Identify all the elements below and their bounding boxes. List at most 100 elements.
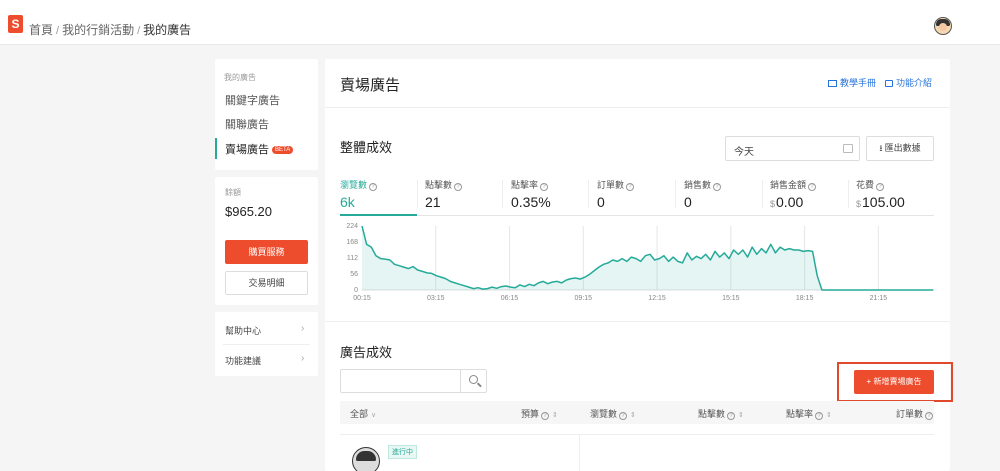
currency-symbol: $ [770,199,776,209]
x-tick-label: 09:15 [575,295,593,302]
breadcrumb-current: 我的廣告 [143,23,192,37]
sort-icon[interactable]: ⇕ [552,412,558,419]
shopee-logo-icon[interactable]: S [8,15,23,33]
feature-intro-link[interactable]: 功能介紹 [896,78,932,88]
help-icon[interactable]: ? [626,183,635,191]
x-tick-label: 03:15 [427,295,445,302]
sidebar-item-keyword-ads[interactable]: 關鍵字廣告 [225,92,280,108]
buy-service-button[interactable]: 購買服務 [225,240,308,264]
sidebar-item-shop-ads[interactable]: 賣場廣告 BETA [225,141,294,157]
help-icon[interactable]: ? [541,412,550,420]
divider [762,180,763,208]
breadcrumb-home[interactable]: 首頁 [29,23,53,37]
sort-icon[interactable]: ⇕ [630,412,636,419]
breadcrumb-separator: / [137,25,141,37]
help-center-link[interactable]: 幫助中心 [225,324,261,337]
divider [848,180,849,208]
column-orders[interactable]: 訂單數? [896,407,934,420]
filter-all-dropdown[interactable]: 全部 ∨ [350,407,376,420]
metric-views[interactable]: 瀏覽數? 6k [340,178,378,216]
metric-ctr[interactable]: 點擊率? 0.35% [511,178,551,216]
user-avatar[interactable] [934,17,952,35]
metric-value: 0 [597,194,605,210]
column-budget[interactable]: 預算? ⇕ [521,407,558,420]
help-icon[interactable]: ? [808,183,817,191]
balance-card: 餘額 $965.20 購買服務 交易明細 [215,177,318,305]
balance-value: $965.20 [225,204,272,219]
breadcrumb-marketing[interactable]: 我的行銷活動 [62,23,134,37]
date-picker[interactable]: 今天 [725,136,860,161]
sidebar-item-related-ads[interactable]: 關聯廣告 [225,116,269,132]
help-icon[interactable]: ? [815,412,824,420]
metric-clicks[interactable]: 點擊數? 21 [425,178,463,216]
export-data-button[interactable]: ⭳ 匯出數據 [866,136,934,161]
column-label: 瀏覽數 [590,409,618,419]
divider [579,435,580,471]
y-tick-label: 56 [350,271,358,278]
y-tick-label: 112 [347,255,358,262]
help-icon[interactable]: ? [925,412,934,420]
search-input[interactable] [340,369,487,393]
tutorial-link[interactable]: 教學手冊 [840,78,876,88]
metric-label: 瀏覽數 [340,180,368,190]
views-chart: 00:15 03:15 06:15 09:15 12:15 15:15 18:15 21:15… [340,223,934,309]
page-title: 賣場廣告 [340,77,401,94]
metric-label: 點擊數 [425,180,453,190]
y-tick-label: 168 [346,239,358,246]
feature-suggestion-link[interactable]: 功能建議 [225,354,261,367]
sort-icon[interactable]: ⇕ [826,412,832,419]
divider [223,344,310,345]
help-icon[interactable]: ? [540,183,549,191]
metric-value: 0.35% [511,194,551,210]
breadcrumb-separator: / [56,25,60,37]
beta-badge: BETA [272,146,294,154]
sort-icon[interactable]: ⇕ [738,412,744,419]
transaction-history-button[interactable]: 交易明細 [225,271,308,295]
main-panel: 賣場廣告 教學手冊 功能介紹 整體成效 今天 ⭳ 匯出數據 瀏覽數? 6k 點擊數?… [325,59,953,471]
metric-value: 0 [684,194,692,210]
divider [325,321,950,322]
help-icon[interactable]: ? [713,183,722,191]
metric-label: 銷售金額 [770,180,807,190]
help-icon[interactable]: ? [876,183,885,191]
divider [675,180,676,208]
metric-label: 花費 [856,180,875,190]
table-header: 全部 ∨ 預算? ⇕ 瀏覽數? ⇕ 點擊數? ⇕ 點擊率? ⇕ 訂單數? [340,401,934,424]
column-label: 點擊數 [698,409,726,419]
help-links: 教學手冊 功能介紹 [828,76,932,89]
column-ctr[interactable]: 點擊率? ⇕ [786,407,832,420]
currency-symbol: $ [856,199,862,209]
column-views[interactable]: 瀏覽數? ⇕ [590,407,636,420]
metric-label: 點擊率 [511,180,539,190]
table-row[interactable]: 進行中 [340,434,934,471]
metric-label: 銷售數 [684,180,712,190]
add-shop-ad-button[interactable]: + 新增賣場廣告 [854,370,934,394]
metric-orders[interactable]: 訂單數? 0 [597,178,635,216]
metric-items-sold[interactable]: 銷售數? 0 [684,178,722,216]
help-icon[interactable]: ? [727,412,736,420]
help-card: 幫助中心 › 功能建議 › [215,312,318,376]
y-tick-label: 0 [354,287,358,294]
help-icon[interactable]: ? [369,183,378,191]
column-label: 點擊率 [786,409,814,419]
metric-spend[interactable]: 花費? $105.00 [856,178,905,216]
help-icon[interactable]: ? [454,183,463,191]
divider [417,180,418,208]
x-tick-label: 21:15 [870,295,888,302]
export-label: 匯出數據 [884,143,921,153]
status-badge: 進行中 [388,445,417,459]
column-clicks[interactable]: 點擊數? ⇕ [698,407,744,420]
divider [325,107,950,108]
metric-value: 105.00 [862,194,905,210]
help-icon[interactable]: ? [619,412,628,420]
search-button[interactable] [460,370,487,392]
divider [588,180,589,208]
y-tick-label: 224 [346,223,358,230]
chevron-right-icon: › [301,353,305,364]
views-chart-svg: 00:15 03:15 06:15 09:15 12:15 15:15 18:15 21:15… [346,223,934,302]
divider [502,180,503,208]
metric-value: 6k [340,194,355,210]
calendar-icon [843,144,853,153]
chevron-down-icon: ∨ [371,412,377,419]
metric-sales-amount[interactable]: 銷售金額? $0.00 [770,178,817,216]
